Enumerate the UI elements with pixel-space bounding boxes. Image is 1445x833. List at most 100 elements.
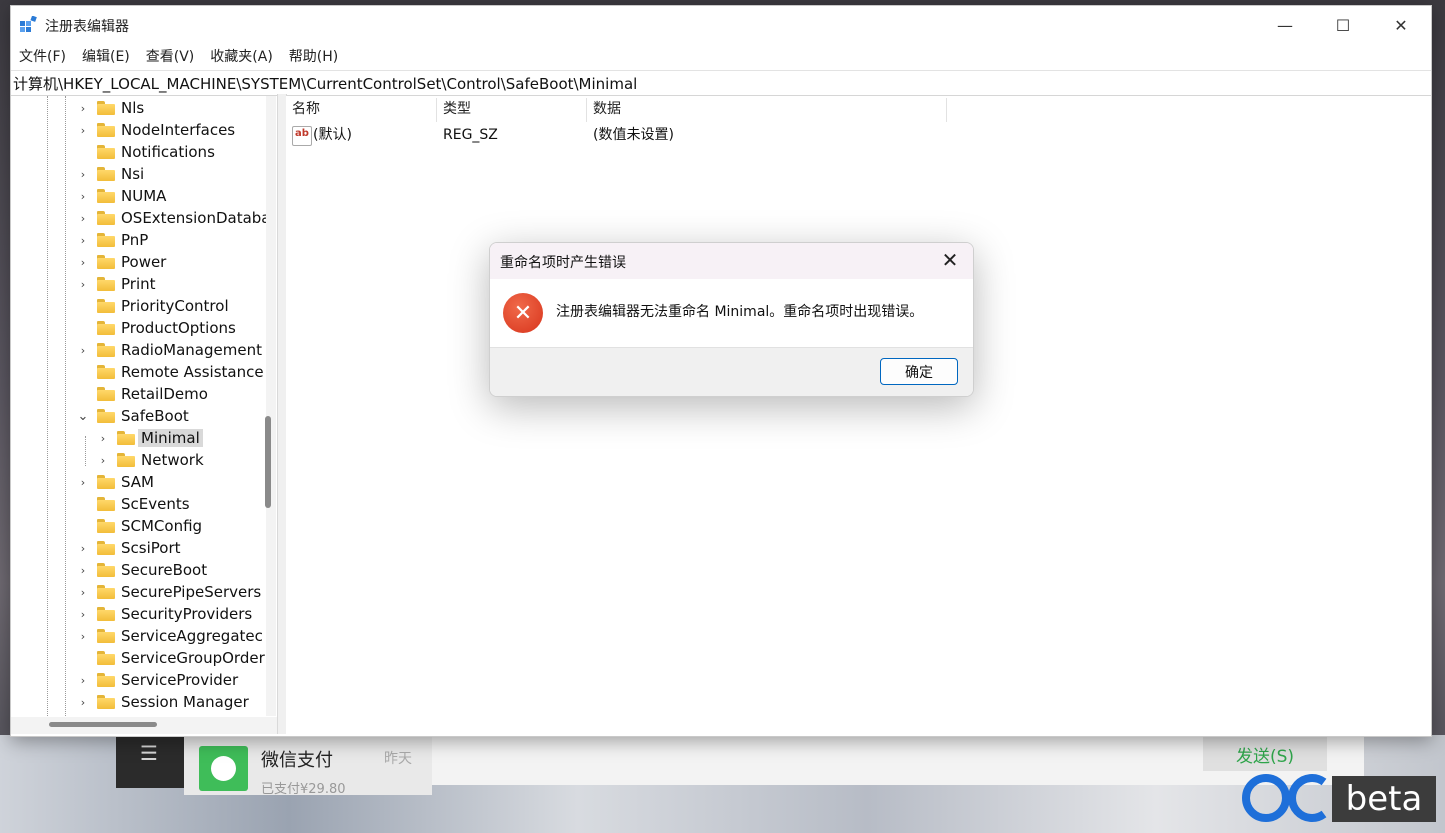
chevron-right-icon[interactable]: ›	[97, 432, 109, 445]
tree-item[interactable]: ⌄ SafeBoot	[77, 405, 189, 427]
dialog-close-icon[interactable]: ✕	[939, 249, 961, 271]
string-value-icon: ab	[292, 126, 312, 146]
folder-icon	[97, 475, 115, 489]
column-separator[interactable]	[436, 98, 437, 122]
tree-item-label: Print	[121, 275, 156, 293]
tree-item[interactable]: › NodeInterfaces	[77, 119, 235, 141]
tree-horizontal-scroll-thumb[interactable]	[49, 722, 157, 727]
menu-view[interactable]: 查看(V)	[138, 44, 203, 70]
close-button[interactable]: ✕	[1372, 6, 1430, 44]
tree-vertical-scroll-thumb[interactable]	[265, 416, 271, 508]
key-tree[interactable]: › Nls › NodeInterfaces Notifications › Nsi › NUM…	[11, 96, 277, 734]
tree-item[interactable]: SCMConfig	[77, 515, 202, 537]
folder-icon	[97, 365, 115, 379]
chevron-right-icon[interactable]: ›	[77, 256, 89, 269]
menu-file[interactable]: 文件(F)	[11, 44, 74, 70]
chevron-right-icon[interactable]: ›	[77, 190, 89, 203]
folder-icon	[117, 431, 135, 445]
tree-item[interactable]: RetailDemo	[77, 383, 208, 405]
chevron-right-icon[interactable]: ›	[77, 278, 89, 291]
dialog-title: 重命名项时产生错误	[500, 255, 626, 271]
column-separator[interactable]	[586, 98, 587, 122]
address-bar[interactable]: 计算机\HKEY_LOCAL_MACHINE\SYSTEM\CurrentCon…	[11, 70, 1431, 96]
column-separator[interactable]	[946, 98, 947, 122]
tree-guide-line	[85, 436, 86, 466]
tree-item[interactable]: ProductOptions	[77, 317, 236, 339]
chevron-right-icon[interactable]: ›	[77, 630, 89, 643]
chevron-right-icon[interactable]: ›	[77, 608, 89, 621]
tree-item[interactable]: › Minimal	[97, 427, 203, 449]
wechat-pay-icon	[199, 746, 248, 791]
tree-item-label: Nsi	[121, 165, 145, 183]
tree-item[interactable]: ServiceGroupOrder	[77, 647, 265, 669]
tree-item[interactable]: › ScsiPort	[77, 537, 181, 559]
send-button[interactable]: 发送(S)	[1203, 737, 1327, 771]
maximize-button[interactable]: ☐	[1314, 6, 1372, 44]
chevron-right-icon[interactable]: ›	[77, 542, 89, 555]
column-data[interactable]: 数据	[593, 99, 621, 119]
tree-item[interactable]: › PnP	[77, 229, 149, 251]
folder-icon	[97, 145, 115, 159]
rename-error-dialog: 重命名项时产生错误 ✕ ✕ 注册表编辑器无法重命名 Minimal。重命名项时出…	[489, 242, 974, 397]
tree-item[interactable]: › RadioManagement	[77, 339, 262, 361]
tree-item[interactable]: › NUMA	[77, 185, 167, 207]
tree-vertical-scrollbar[interactable]	[266, 96, 276, 716]
column-name[interactable]: 名称	[292, 99, 320, 119]
minimize-button[interactable]: —	[1256, 6, 1314, 44]
tree-item[interactable]: PriorityControl	[77, 295, 229, 317]
tree-item[interactable]: › Print	[77, 273, 156, 295]
dialog-title-bar[interactable]: 重命名项时产生错误 ✕	[490, 243, 973, 279]
tree-item-label: SCMConfig	[121, 517, 203, 535]
tree-item-label: PriorityControl	[121, 297, 229, 315]
ok-button[interactable]: 确定	[880, 358, 958, 385]
menu-help[interactable]: 帮助(H)	[281, 44, 346, 70]
tree-item-label: ProductOptions	[121, 319, 236, 337]
folder-icon	[97, 299, 115, 313]
tree-item[interactable]: ScEvents	[77, 493, 190, 515]
tree-item[interactable]: › Power	[77, 251, 167, 273]
chevron-right-icon[interactable]: ›	[77, 476, 89, 489]
column-type[interactable]: 类型	[443, 99, 471, 119]
chevron-right-icon[interactable]: ›	[77, 102, 89, 115]
folder-icon	[97, 123, 115, 137]
chevron-right-icon[interactable]: ›	[77, 564, 89, 577]
folder-icon	[97, 321, 115, 335]
chevron-right-icon[interactable]: ›	[77, 696, 89, 709]
value-name[interactable]: (默认)	[313, 125, 352, 145]
tree-item[interactable]: Remote Assistance	[77, 361, 264, 383]
tree-item[interactable]: › ServiceAggregatec	[77, 625, 263, 647]
chevron-right-icon[interactable]: ›	[97, 454, 109, 467]
tree-item[interactable]: Notifications	[77, 141, 215, 163]
chevron-down-icon[interactable]: ⌄	[77, 409, 89, 424]
registry-app-icon	[20, 16, 37, 32]
value-type[interactable]: REG_SZ	[443, 125, 498, 145]
menu-icon[interactable]: ☰	[140, 741, 158, 765]
chevron-right-icon[interactable]: ›	[77, 344, 89, 357]
tree-item[interactable]: › SecurityProviders	[77, 603, 252, 625]
chevron-right-icon[interactable]: ›	[77, 674, 89, 687]
tree-item[interactable]: › ServiceProvider	[77, 669, 238, 691]
value-data[interactable]: (数值未设置)	[593, 125, 674, 145]
chevron-right-icon[interactable]: ›	[77, 586, 89, 599]
chevron-right-icon[interactable]: ›	[77, 168, 89, 181]
tree-item[interactable]: › SecureBoot	[77, 559, 207, 581]
folder-icon	[97, 343, 115, 357]
tree-item[interactable]: › Session Manager	[77, 691, 249, 713]
tree-item[interactable]: › Nsi	[77, 163, 144, 185]
value-list[interactable]: 名称 类型 数据 ab (默认) REG_SZ (数值未设置)	[286, 96, 1429, 734]
tree-item[interactable]: › Network	[97, 449, 204, 471]
address-path[interactable]: 计算机\HKEY_LOCAL_MACHINE\SYSTEM\CurrentCon…	[13, 73, 637, 94]
menu-favorites[interactable]: 收藏夹(A)	[202, 44, 281, 70]
folder-icon	[97, 101, 115, 115]
tree-item-label: Minimal	[138, 429, 203, 447]
tree-item[interactable]: › SecurePipeServers	[77, 581, 261, 603]
menu-edit[interactable]: 编辑(E)	[74, 44, 138, 70]
chevron-right-icon[interactable]: ›	[77, 212, 89, 225]
window-title: 注册表编辑器	[45, 19, 129, 35]
tree-item[interactable]: › Nls	[77, 97, 144, 119]
tree-item[interactable]: › SAM	[77, 471, 154, 493]
chevron-right-icon[interactable]: ›	[77, 124, 89, 137]
title-bar[interactable]: 注册表编辑器 — ☐ ✕	[11, 6, 1431, 44]
chevron-right-icon[interactable]: ›	[77, 234, 89, 247]
tree-item[interactable]: › OSExtensionDataba	[77, 207, 271, 229]
